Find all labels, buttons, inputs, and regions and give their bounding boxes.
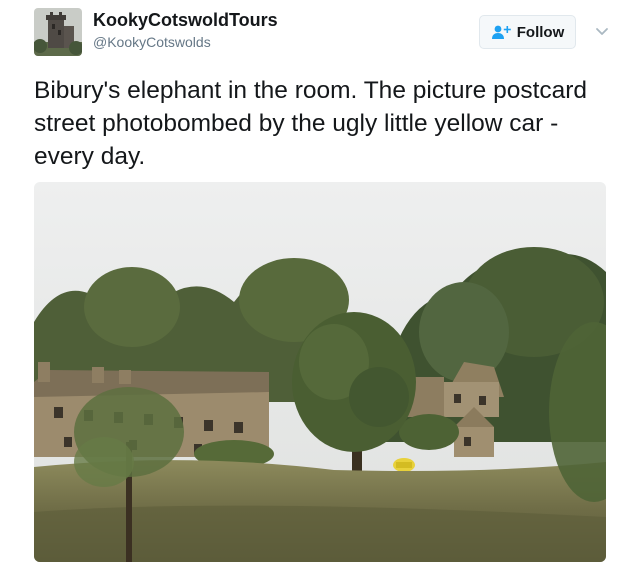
user-display-name[interactable]: KookyCotswoldTours: [93, 10, 278, 31]
chevron-down-icon: [596, 28, 608, 35]
tweet-photo[interactable]: [34, 182, 606, 562]
photo-village-scene: [34, 182, 606, 562]
follow-button[interactable]: Follow: [479, 15, 576, 49]
user-handle[interactable]: @KookyCotswolds: [93, 34, 211, 50]
avatar-image: [34, 8, 82, 56]
tweet-card: KookyCotswoldTours @KookyCotswolds Follo…: [0, 0, 640, 562]
avatar[interactable]: [34, 8, 82, 56]
follow-button-label: Follow: [516, 23, 565, 41]
tweet-menu-button[interactable]: [592, 22, 612, 42]
add-user-icon: [491, 25, 511, 39]
tweet-text: Bibury's elephant in the room. The pictu…: [34, 77, 588, 170]
